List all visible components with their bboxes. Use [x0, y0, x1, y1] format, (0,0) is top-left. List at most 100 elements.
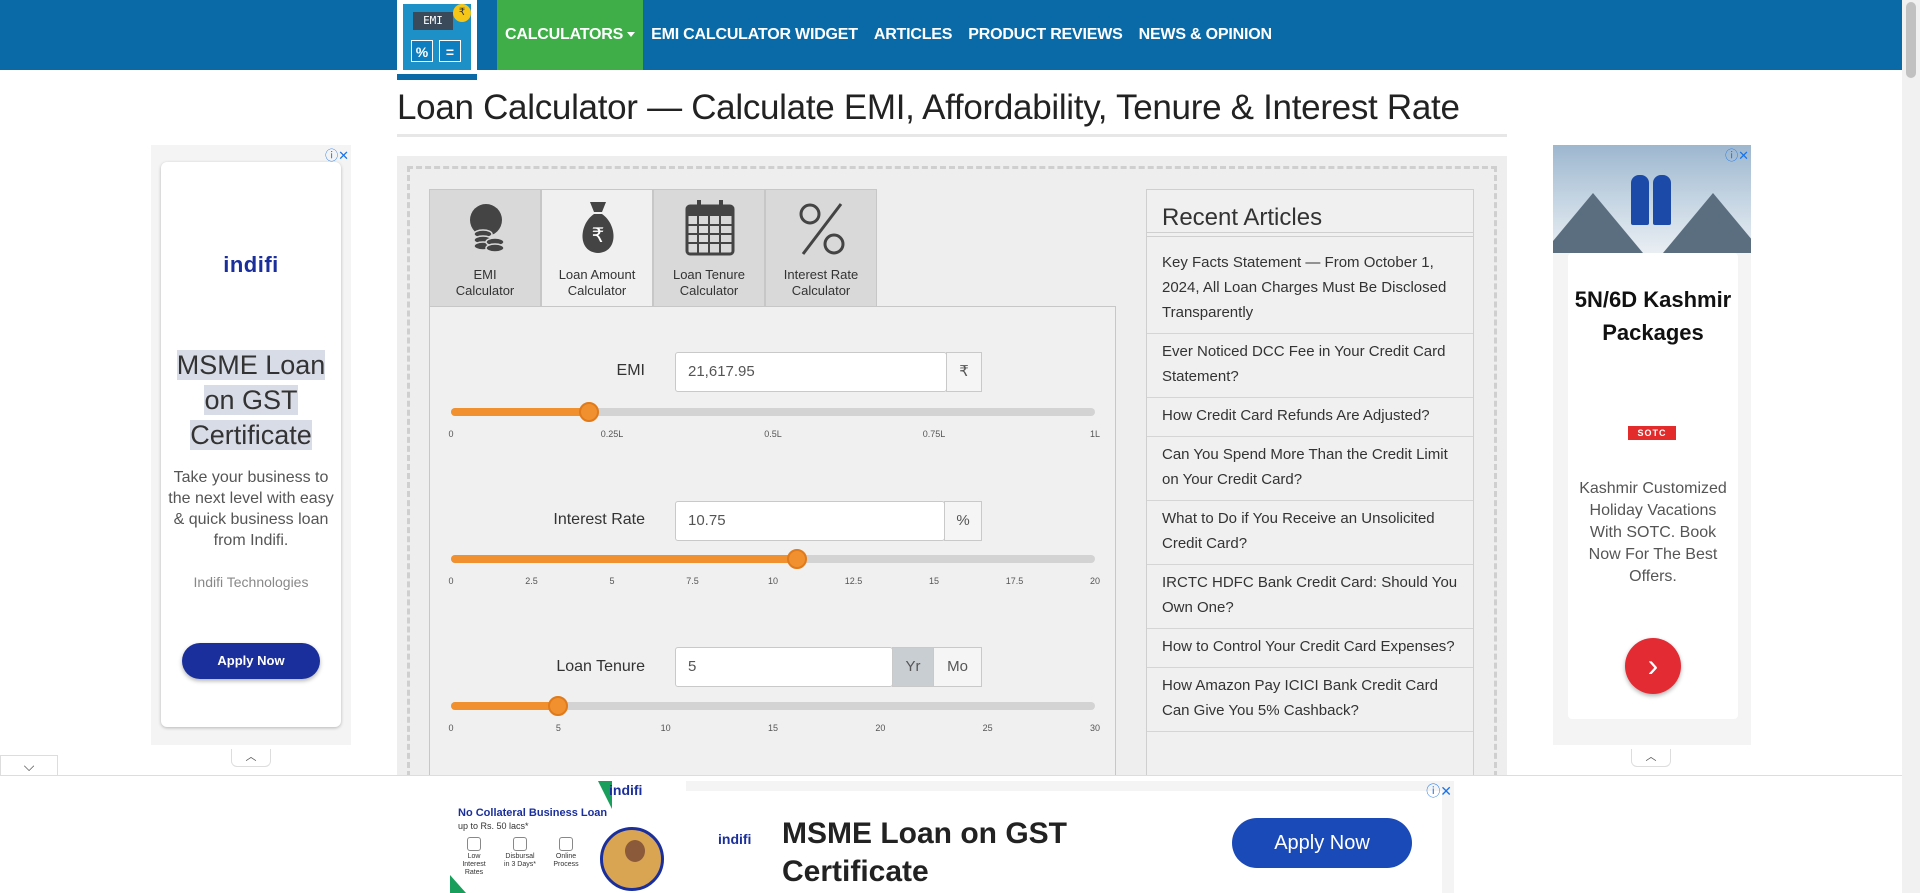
- bottom-ad-subtag: up to Rs. 50 lacs*: [458, 821, 529, 831]
- caret-down-icon: [627, 32, 636, 38]
- left-ad-company: Indifi Technologies: [193, 574, 309, 590]
- article-link[interactable]: Can You Spend More Than the Credit Limit…: [1147, 437, 1473, 501]
- interest-rate-label: Interest Rate: [553, 511, 645, 528]
- money-bag-icon: ₹: [582, 202, 614, 253]
- tab-loan-tenure-calculator[interactable]: Loan Tenure Calculator: [653, 189, 765, 307]
- bottom-ad-apply-button[interactable]: Apply Now: [1232, 818, 1412, 868]
- emi-slider[interactable]: [451, 402, 1095, 422]
- feature-low-interest: Low Interest Rates: [456, 837, 492, 877]
- tab-interest-rate-calculator[interactable]: Interest Rate Calculator: [765, 189, 877, 307]
- logo-rupee-coin: ₹: [453, 4, 471, 22]
- svg-text:₹: ₹: [592, 223, 605, 247]
- left-ad-headline-text: MSME Loan on GST Certificate: [176, 350, 326, 450]
- right-ad-body: Kashmir Customized Holiday Vacations Wit…: [1579, 480, 1727, 585]
- nav-emi-widget[interactable]: EMI CALCULATOR WIDGET: [643, 0, 866, 70]
- nav-calculators[interactable]: CALCULATORS: [497, 0, 644, 70]
- coins-icon: [470, 204, 505, 253]
- loan-tenure-slider[interactable]: [451, 696, 1095, 716]
- article-link[interactable]: How to Control Your Credit Card Expenses…: [1147, 629, 1473, 668]
- slider-tick-label: 0: [448, 576, 454, 586]
- calendar-icon: [685, 200, 735, 256]
- emi-input[interactable]: 21,617.95: [675, 352, 947, 392]
- slider-tick-label: 0.5L: [764, 429, 782, 439]
- nav-news-opinion[interactable]: NEWS & OPINION: [1131, 0, 1280, 70]
- article-link[interactable]: How Amazon Pay ICICI Bank Credit Card Ca…: [1147, 668, 1473, 732]
- tab-label-line1: Interest Rate: [783, 267, 859, 282]
- left-ad-apply-button[interactable]: Apply Now: [182, 643, 320, 679]
- slider-tick-label: 0.75L: [922, 429, 946, 439]
- bottom-ad[interactable]: indifi No Collateral Business Loan up to…: [450, 781, 1454, 893]
- slider-tick-label: 15: [928, 576, 940, 586]
- interest-slider-ticks: 0 2.5 5 7.5 10 12.5 15 17.5 20: [448, 576, 1100, 590]
- interest-rate-input[interactable]: 10.75: [675, 501, 945, 541]
- loan-tenure-label: Loan Tenure: [556, 658, 645, 675]
- recent-articles-list: Key Facts Statement — From October 1, 20…: [1147, 245, 1473, 732]
- nav-product-reviews[interactable]: PRODUCT REVIEWS: [960, 0, 1130, 70]
- nav-articles[interactable]: ARTICLES: [866, 0, 960, 70]
- article-link[interactable]: Ever Noticed DCC Fee in Your Credit Card…: [1147, 334, 1473, 398]
- right-ad-collapse-button[interactable]: ︿: [1631, 749, 1671, 767]
- slider-tick-label: 20: [1089, 576, 1101, 586]
- sotc-logo: SOTC: [1628, 426, 1676, 440]
- left-ad-collapse-button[interactable]: ︿: [231, 749, 271, 767]
- tab-loan-amount-calculator[interactable]: ₹ Loan Amount Calculator: [541, 189, 653, 307]
- slider-tick-label: 0: [448, 429, 454, 439]
- rupee-icon: ₹: [946, 352, 982, 392]
- logo-percent-key: %: [411, 40, 433, 62]
- tab-emi-calculator[interactable]: EMI Calculator: [429, 189, 541, 307]
- left-ad-body: Take your business to the next level wit…: [168, 469, 334, 549]
- adchoices-icon[interactable]: ⓘ✕: [1426, 781, 1452, 801]
- slider-tick-label: 0.25L: [600, 429, 624, 439]
- tab-label-line2: Calculator: [567, 283, 627, 298]
- bottom-ad-content[interactable]: indifi MSME Loan on GST Certificate Appl…: [686, 791, 1442, 893]
- emi-label: EMI: [616, 362, 645, 379]
- page-title: Loan Calculator — Calculate EMI, Afforda…: [397, 88, 1507, 137]
- adchoices-icon[interactable]: ⓘ✕: [325, 145, 349, 164]
- interest-rate-slider[interactable]: [451, 549, 1095, 569]
- left-ad-headline: MSME Loan on GST Certificate: [169, 348, 333, 453]
- percent-icon: [799, 203, 845, 255]
- slider-tick-label: 10: [767, 576, 779, 586]
- article-link[interactable]: IRCTC HDFC Bank Credit Card: Should You …: [1147, 565, 1473, 629]
- tenure-month-toggle[interactable]: Mo: [933, 647, 982, 687]
- article-link[interactable]: Key Facts Statement — From October 1, 20…: [1147, 245, 1473, 334]
- percent-addon: %: [944, 501, 982, 541]
- bottom-ad-collapse-button[interactable]: ⌵: [0, 755, 58, 777]
- bottom-ad-headline: MSME Loan on GST Certificate: [782, 817, 1067, 888]
- adchoices-icon[interactable]: ⓘ✕: [1725, 145, 1749, 164]
- slider-tick-label: 1L: [1089, 429, 1101, 439]
- right-ad-arrow-button[interactable]: ›: [1625, 638, 1681, 694]
- green-accent: [450, 875, 466, 893]
- indifi-logo: indifi: [223, 252, 279, 277]
- left-ad[interactable]: indifi MSME Loan on GST Certificate Take…: [151, 145, 351, 745]
- slider-tick-label: 25: [982, 723, 993, 733]
- interest-slider-handle[interactable]: [787, 549, 808, 569]
- left-ad-card[interactable]: indifi MSME Loan on GST Certificate Take…: [161, 162, 341, 727]
- right-ad[interactable]: 5N/6D Kashmir Packages SOTC Kashmir Cust…: [1553, 145, 1751, 745]
- slider-tick-label: 7.5: [686, 576, 699, 586]
- tab-label-line1: Loan Tenure: [672, 267, 746, 282]
- feature-icon: [467, 837, 481, 851]
- article-link[interactable]: How Credit Card Refunds Are Adjusted?: [1147, 398, 1473, 437]
- main-menu: CALCULATORS EMI CALCULATOR WIDGET ARTICL…: [497, 0, 1280, 70]
- right-ad-card[interactable]: 5N/6D Kashmir Packages SOTC Kashmir Cust…: [1568, 253, 1738, 719]
- indifi-logo-small: indifi: [609, 782, 643, 798]
- emi-slider-ticks: 0 0.25L 0.5L 0.75L 1L: [448, 429, 1100, 443]
- slider-tick-label: 20: [875, 723, 886, 733]
- feature-disbursal: Disbursal in 3 Days*: [502, 837, 538, 869]
- tenure-year-toggle[interactable]: Yr: [892, 647, 934, 687]
- interest-slider-fill: [451, 555, 798, 563]
- nav-calculators-label: CALCULATORS: [505, 26, 624, 43]
- site-logo[interactable]: EMI ₹ % =: [397, 0, 477, 80]
- slider-tick-label: 2.5: [525, 576, 538, 586]
- top-nav: EMI ₹ % = CALCULATORS EMI CALCULATOR WID…: [0, 0, 1902, 80]
- person-avatar: [600, 827, 664, 891]
- article-link[interactable]: What to Do if You Receive an Unsolicited…: [1147, 501, 1473, 565]
- loan-tenure-input[interactable]: 5: [675, 647, 893, 687]
- slider-tick-label: 10: [660, 723, 671, 733]
- scrollbar-thumb[interactable]: [1906, 2, 1916, 78]
- logo-calculator-icon: EMI ₹ % =: [403, 4, 471, 70]
- page-scrollbar[interactable]: [1902, 0, 1920, 893]
- recent-articles-widget: Recent Articles Key Facts Statement — Fr…: [1146, 189, 1474, 779]
- tenure-slider-ticks: 0 5 10 15 20 25 30: [448, 723, 1100, 737]
